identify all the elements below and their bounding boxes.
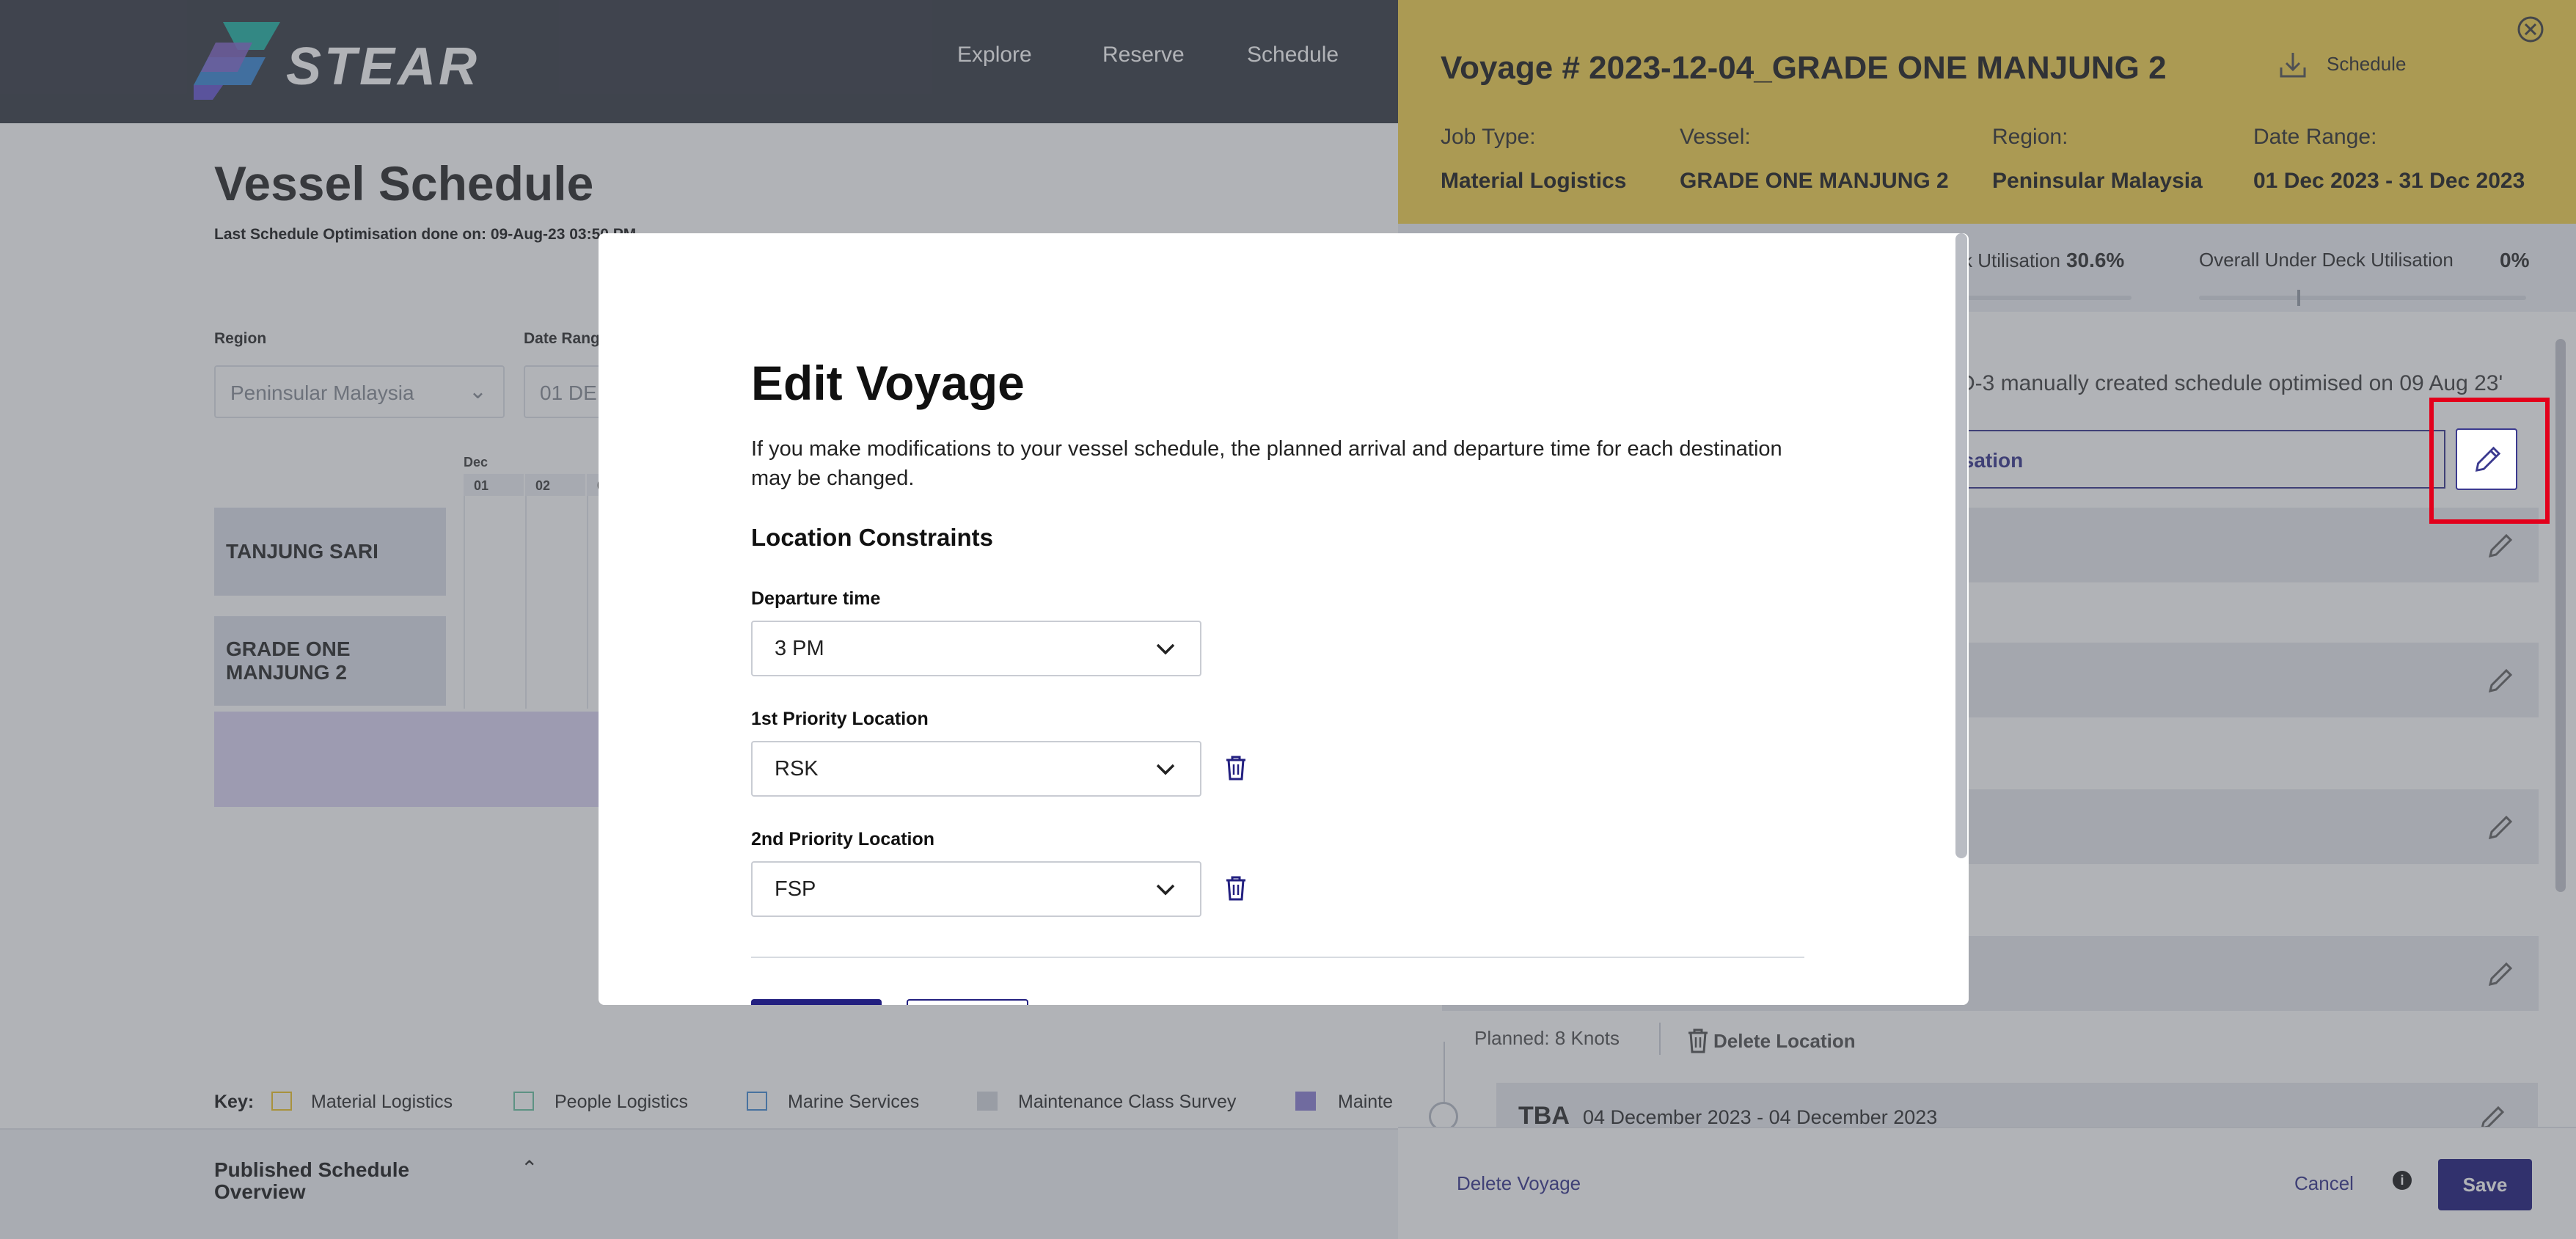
edit-voyage-button-highlighted[interactable]	[2456, 428, 2517, 490]
chevron-down-icon	[1156, 764, 1175, 775]
priority-2-value: FSP	[775, 877, 816, 901]
modal-description: If you make modifications to your vessel…	[751, 437, 1782, 490]
priority-1-label: 1st Priority Location	[751, 709, 929, 729]
location-constraints-heading: Location Constraints	[751, 524, 994, 551]
modal-title: Edit Voyage	[751, 356, 1025, 410]
trash-icon[interactable]	[1223, 874, 1248, 902]
chevron-down-icon	[1156, 643, 1175, 655]
priority-2-select[interactable]: FSP	[751, 861, 1201, 917]
modal-divider	[751, 957, 1804, 958]
pencil-icon	[2475, 446, 2501, 472]
priority-1-value: RSK	[775, 757, 819, 781]
departure-time-select[interactable]: 3 PM	[751, 621, 1201, 676]
trash-icon[interactable]	[1223, 754, 1248, 782]
departure-time-label: Departure time	[751, 588, 881, 609]
edit-voyage-modal: Edit Voyage If you make modifications to…	[599, 233, 1969, 1005]
departure-time-value: 3 PM	[775, 637, 824, 660]
modal-primary-button[interactable]	[751, 999, 882, 1005]
priority-2-label: 2nd Priority Location	[751, 829, 935, 849]
priority-1-select[interactable]: RSK	[751, 741, 1201, 797]
modal-secondary-button[interactable]	[907, 999, 1028, 1005]
chevron-down-icon	[1156, 884, 1175, 896]
modal-scrollbar[interactable]	[1955, 233, 1967, 858]
